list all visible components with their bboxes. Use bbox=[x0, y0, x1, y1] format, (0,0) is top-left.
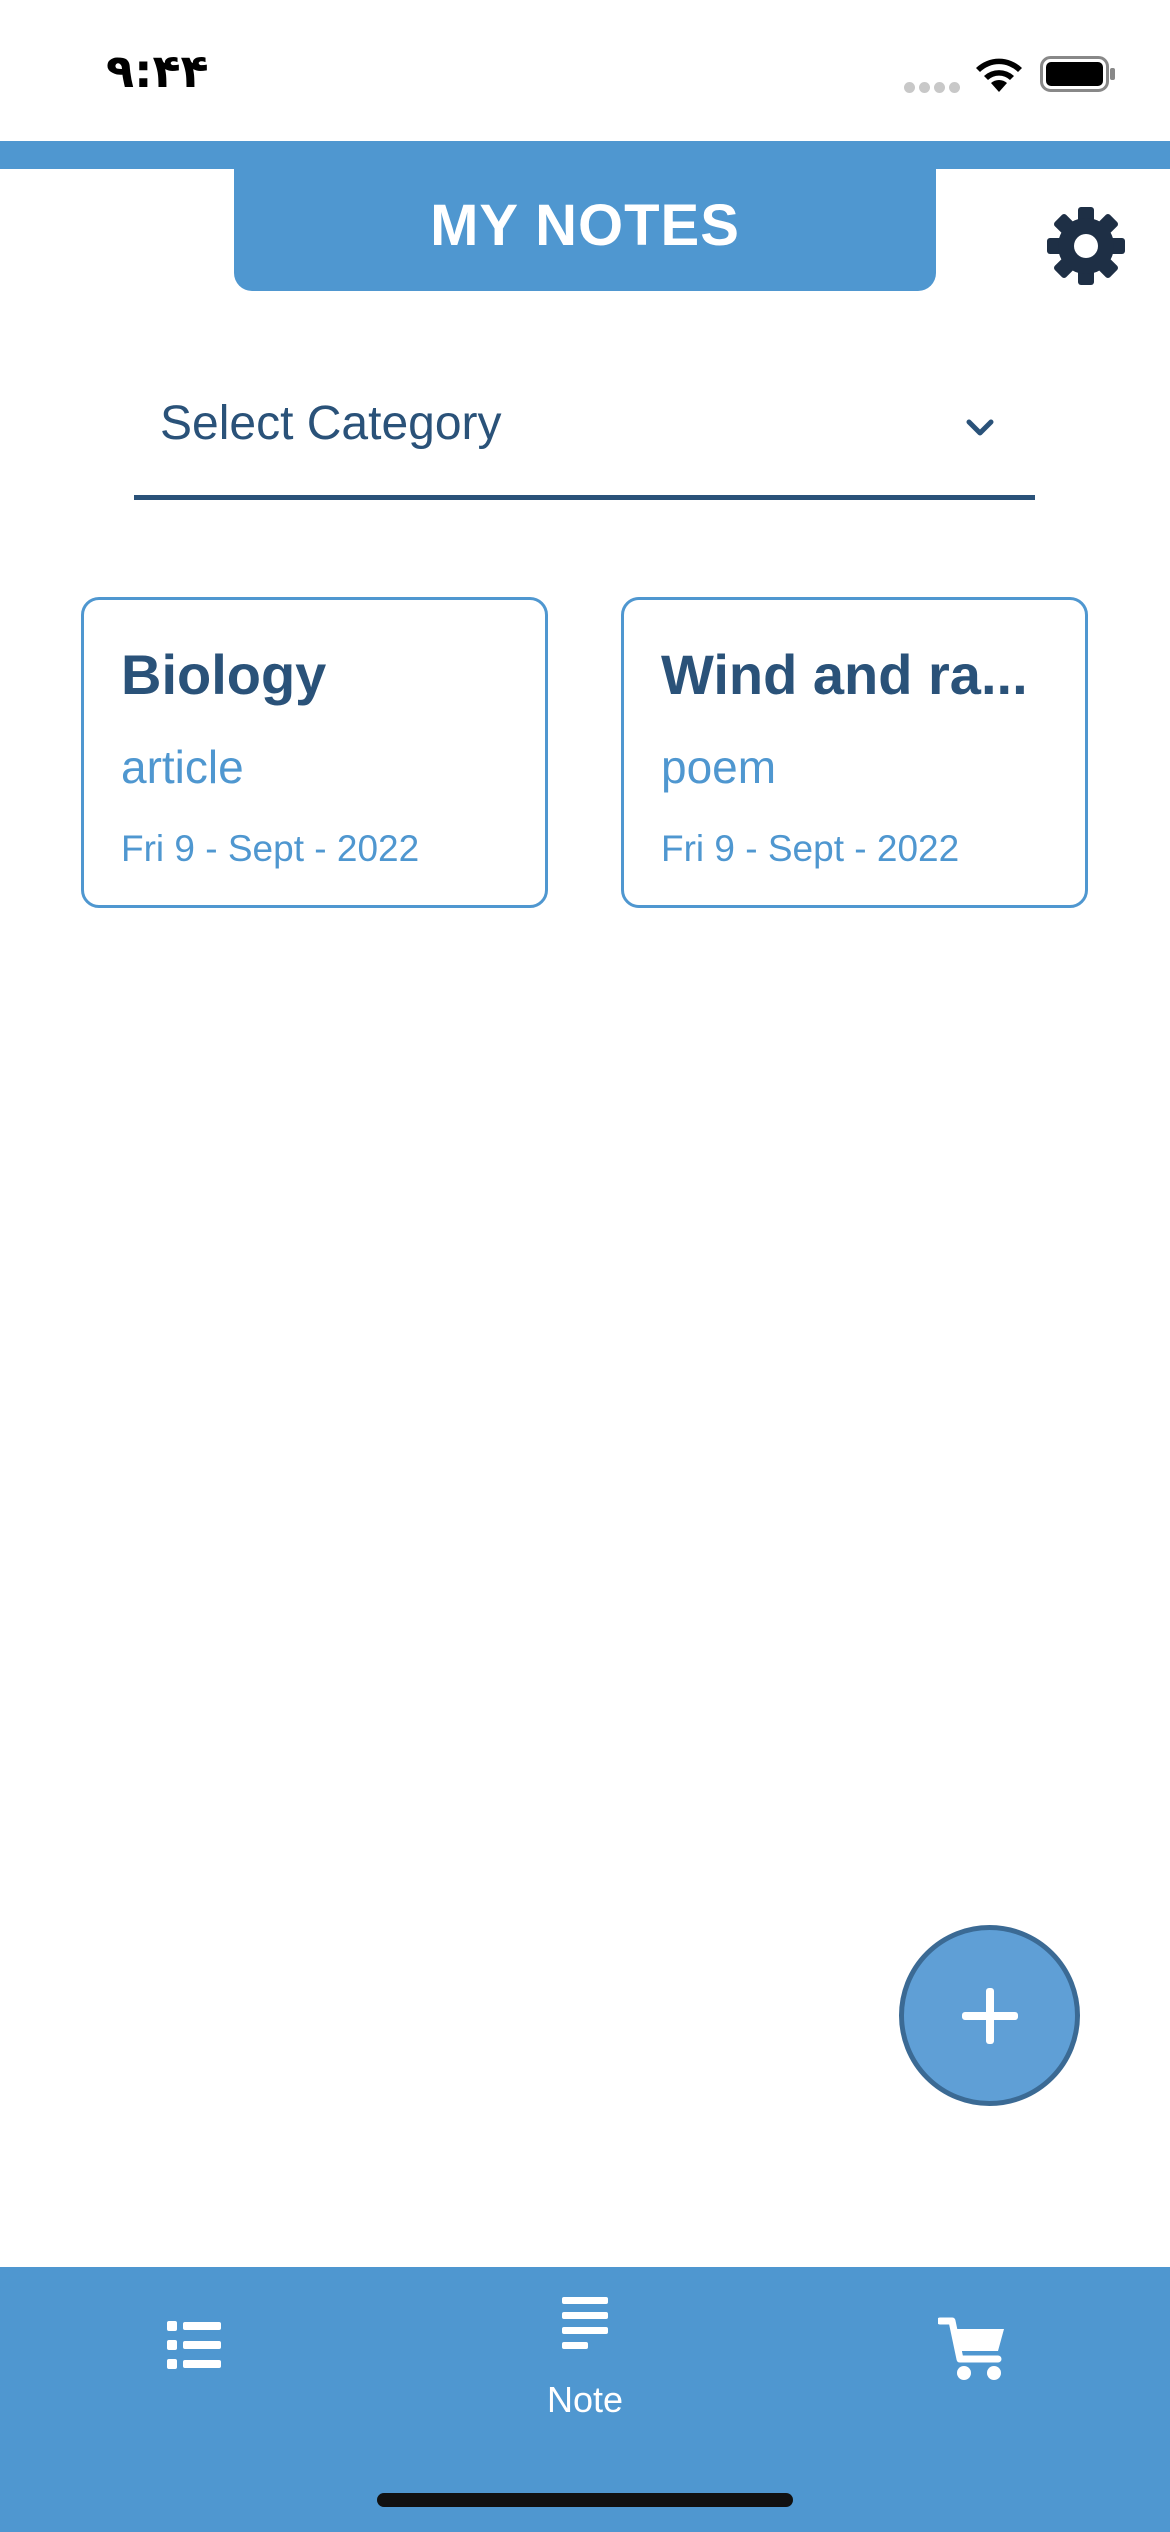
note-category: article bbox=[121, 741, 244, 793]
page-title: MY NOTES bbox=[430, 193, 740, 258]
nav-item-cart[interactable] bbox=[936, 2315, 1008, 2385]
status-bar: ۹:۴۴ bbox=[0, 0, 1170, 141]
add-note-button[interactable] bbox=[899, 1925, 1080, 2106]
gear-icon bbox=[1047, 207, 1125, 285]
note-card[interactable]: Biology article Fri 9 - Sept - 2022 bbox=[81, 597, 548, 908]
nav-item-list[interactable] bbox=[165, 2317, 225, 2373]
wifi-icon bbox=[976, 58, 1022, 92]
nav-item-note-label: Note bbox=[546, 2379, 624, 2420]
settings-button[interactable] bbox=[1045, 205, 1127, 287]
note-date: Fri 9 - Sept - 2022 bbox=[661, 828, 960, 869]
note-title: Biology bbox=[121, 643, 327, 706]
cart-icon bbox=[936, 2317, 1004, 2380]
status-time: ۹:۴۴ bbox=[106, 44, 209, 98]
note-title: Wind and ra... bbox=[661, 643, 1028, 706]
note-lines-icon bbox=[562, 2297, 608, 2349]
nav-item-note[interactable]: Note bbox=[485, 2297, 685, 2427]
category-select-label: Select Category bbox=[160, 397, 502, 450]
note-card[interactable]: Wind and ra... poem Fri 9 - Sept - 2022 bbox=[621, 597, 1088, 908]
page-title-tab: MY NOTES bbox=[234, 160, 936, 291]
chevron-down-icon bbox=[966, 419, 994, 436]
battery-icon bbox=[1040, 56, 1115, 92]
note-category: poem bbox=[661, 741, 777, 793]
plus-icon bbox=[961, 1987, 1018, 2044]
note-date: Fri 9 - Sept - 2022 bbox=[121, 828, 420, 869]
category-select[interactable]: Select Category bbox=[134, 380, 1035, 500]
list-icon bbox=[167, 2321, 221, 2369]
home-indicator bbox=[377, 2493, 793, 2507]
cellular-signal-icon bbox=[904, 82, 960, 94]
